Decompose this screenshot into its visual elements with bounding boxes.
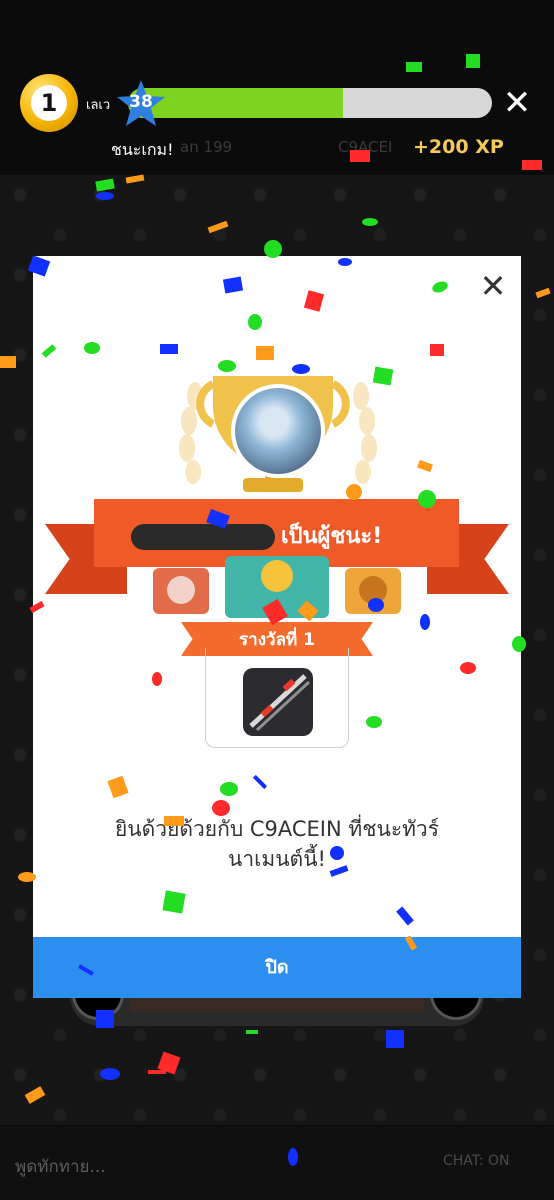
confetti-piece	[84, 342, 100, 354]
close-icon[interactable]: ✕	[477, 270, 509, 302]
confetti-piece	[162, 890, 186, 914]
confetti-piece	[212, 800, 230, 816]
confetti-piece	[96, 192, 114, 200]
winner-avatar	[231, 384, 325, 478]
confetti-piece	[100, 1068, 120, 1080]
confetti-piece	[164, 816, 184, 826]
confetti-piece	[148, 1070, 166, 1074]
confetti-piece	[220, 782, 238, 796]
cue-item-icon	[243, 668, 313, 736]
chat-input[interactable]: พูดทักทาย...	[15, 1153, 106, 1180]
confetti-piece	[362, 218, 378, 226]
winner-suffix: เป็นผู้ชนะ!	[281, 524, 383, 549]
confetti-piece	[406, 62, 422, 72]
confetti-piece	[430, 344, 444, 356]
confetti-piece	[366, 716, 382, 728]
close-button[interactable]: ปิด	[33, 937, 521, 998]
confetti-piece	[368, 598, 384, 612]
win-text: ชนะเกม!	[111, 140, 174, 159]
confetti-piece	[248, 314, 262, 330]
confetti-piece	[256, 346, 274, 360]
confetti-piece	[218, 360, 236, 372]
level-label: เลเว	[86, 98, 111, 113]
confetti-piece	[96, 1010, 114, 1028]
confetti-piece	[350, 150, 370, 162]
level-number: 1	[31, 85, 67, 121]
confetti-piece	[292, 364, 310, 374]
xp-progress-bar	[128, 88, 492, 118]
confetti-piece	[460, 662, 476, 674]
confetti-piece	[466, 54, 480, 68]
confetti-piece	[160, 344, 178, 354]
confetti-piece	[246, 1030, 258, 1034]
redacted-winner-name	[131, 524, 275, 550]
confetti-piece	[522, 160, 542, 170]
confetti-piece	[330, 846, 344, 860]
chat-status[interactable]: CHAT: ON	[443, 1153, 509, 1169]
confetti-piece	[420, 614, 430, 630]
confetti-piece	[372, 366, 394, 386]
background-player-name: an 199	[180, 138, 233, 156]
pool-ball-icon: 1	[20, 74, 78, 132]
confetti-piece	[418, 490, 436, 508]
confetti-piece	[386, 1030, 404, 1048]
confetti-piece	[152, 672, 162, 686]
confetti-piece	[264, 240, 282, 258]
confetti-piece	[338, 258, 352, 266]
confetti-piece	[18, 872, 36, 882]
top-hud: 1 เลเว 38 ✕ an 199 C9ACEI ชนะเกม! +200 X…	[0, 0, 554, 175]
confetti-piece	[288, 1148, 298, 1166]
close-icon[interactable]: ✕	[500, 86, 534, 120]
star-level: 38	[129, 92, 153, 112]
xp-gain: +200 XP	[413, 136, 504, 158]
confetti-piece	[346, 484, 362, 500]
confetti-piece	[512, 636, 526, 652]
congratulations-message: ยินด้วยด้วยกับ C9ACEIN ที่ชนะทัวร์นาเมนต…	[114, 817, 440, 871]
confetti-piece	[0, 356, 16, 368]
tournament-win-dialog: ✕ เป็นผู้ชนะ! รางวัลที่ 1 ยินด้วยด้วยกับ…	[33, 256, 521, 998]
